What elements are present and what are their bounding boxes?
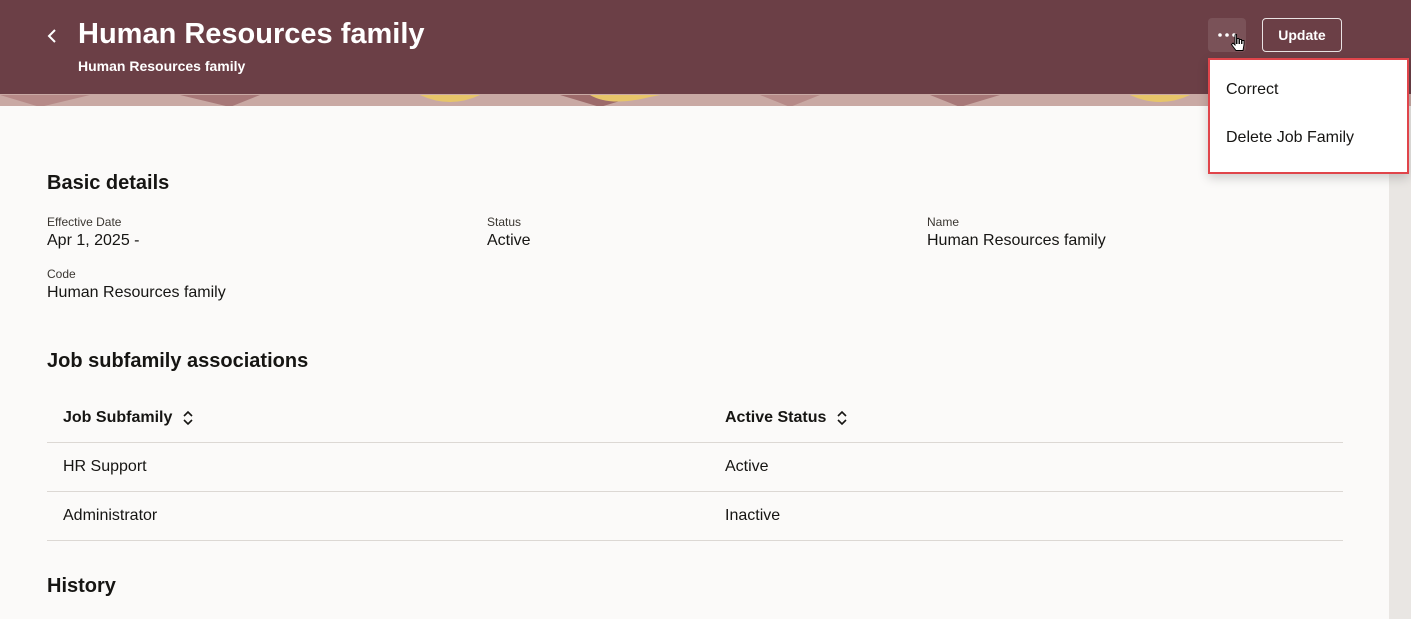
page-title: Human Resources family <box>78 18 425 50</box>
sort-icon[interactable] <box>182 410 194 426</box>
page-header: Human Resources family Human Resources f… <box>0 0 1411 94</box>
column-header-label: Active Status <box>725 409 827 426</box>
subfamily-table: Job Subfamily Active Status HR Support A… <box>47 394 1343 541</box>
active-status-cell: Active <box>725 458 769 475</box>
column-header-label: Job Subfamily <box>63 409 173 426</box>
chevron-left-icon <box>47 29 56 43</box>
column-header-job-subfamily[interactable]: Job Subfamily <box>63 394 194 442</box>
name-value: Human Resources family <box>927 232 1106 249</box>
table-header-row: Job Subfamily Active Status <box>47 394 1343 443</box>
sort-icon[interactable] <box>836 410 848 426</box>
actions-menu: Correct Delete Job Family <box>1208 58 1409 174</box>
column-header-active-status[interactable]: Active Status <box>725 394 848 442</box>
banner-pattern-icon <box>0 95 1411 106</box>
job-subfamily-cell: Administrator <box>63 507 158 524</box>
effective-date-label: Effective Date <box>47 215 122 229</box>
scroll-gutter <box>1389 106 1411 619</box>
status-label: Status <box>487 215 522 229</box>
menu-item-delete-job-family[interactable]: Delete Job Family <box>1226 129 1354 147</box>
menu-item-correct[interactable]: Correct <box>1226 81 1278 99</box>
table-row[interactable]: Administrator Inactive <box>47 492 1343 541</box>
decorative-banner <box>0 94 1411 106</box>
history-section-title: History <box>47 575 116 597</box>
table-row[interactable]: HR Support Active <box>47 443 1343 492</box>
name-label: Name <box>927 215 960 229</box>
code-value: Human Resources family <box>47 284 226 301</box>
code-label: Code <box>47 267 76 281</box>
subfamily-section-title: Job subfamily associations <box>47 350 309 372</box>
effective-date-value: Apr 1, 2025 - <box>47 232 140 249</box>
page-subtitle: Human Resources family <box>78 58 246 74</box>
job-subfamily-cell: HR Support <box>63 458 147 475</box>
update-button[interactable]: Update <box>1262 18 1342 52</box>
hand-cursor-icon <box>1231 34 1245 51</box>
basic-details-title: Basic details <box>47 172 170 194</box>
status-value: Active <box>487 232 531 249</box>
back-button[interactable] <box>40 24 64 48</box>
active-status-cell: Inactive <box>725 507 781 524</box>
